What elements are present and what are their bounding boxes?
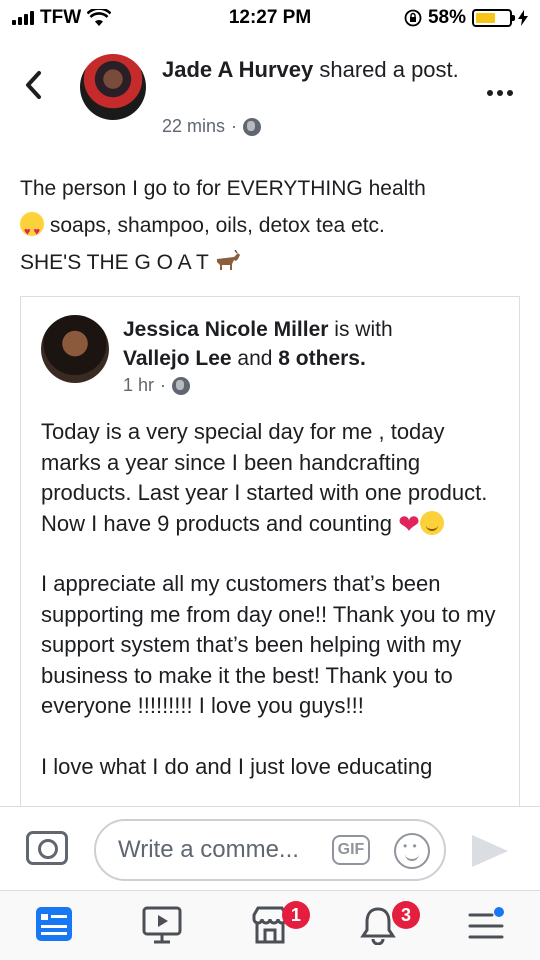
tab-marketplace[interactable]: 1 bbox=[216, 891, 324, 960]
battery-icon bbox=[472, 9, 515, 27]
post-header: Jade A Hurvey shared a post. 22 mins · bbox=[0, 44, 540, 140]
camera-icon[interactable] bbox=[26, 831, 68, 865]
gif-button[interactable]: GIF bbox=[332, 835, 370, 865]
shared-post-card[interactable]: Jessica Nicole Miller is with Vallejo Le… bbox=[20, 296, 520, 816]
shared-author-line: Jessica Nicole Miller is with Vallejo Le… bbox=[123, 315, 503, 373]
globe-icon bbox=[243, 117, 262, 136]
bottom-tab-bar: 1 3 bbox=[0, 890, 540, 960]
comment-input[interactable]: Write a comme... GIF bbox=[94, 819, 446, 881]
shared-post-timestamp[interactable]: 1 hr bbox=[123, 375, 154, 396]
shared-author-name-link[interactable]: Jessica Nicole Miller bbox=[123, 318, 328, 341]
tagged-friend-link[interactable]: Vallejo Lee bbox=[123, 347, 232, 370]
post-text: The person I go to for EVERYTHING health… bbox=[20, 170, 520, 281]
shared-paragraph: I love what I do and I just love educati… bbox=[41, 753, 433, 779]
shared-post-meta: 1 hr · bbox=[123, 375, 191, 396]
author-name-link[interactable]: Jade A Hurvey bbox=[162, 57, 313, 82]
comment-bar: Write a comme... GIF bbox=[0, 806, 540, 890]
tagged-others-link[interactable]: 8 others. bbox=[278, 347, 366, 370]
red-heart-emoji-icon: ❤ bbox=[398, 508, 420, 539]
back-button[interactable] bbox=[24, 70, 42, 109]
more-options-button[interactable] bbox=[486, 72, 514, 104]
post-timestamp[interactable]: 22 mins bbox=[162, 116, 225, 137]
emoji-picker-icon[interactable] bbox=[394, 833, 430, 869]
orientation-lock-icon bbox=[404, 9, 422, 27]
goat-emoji-icon bbox=[217, 250, 241, 270]
watch-video-icon bbox=[142, 906, 182, 944]
and-text: and bbox=[237, 347, 273, 370]
comment-placeholder: Write a comme... bbox=[118, 836, 299, 863]
is-with-text: is with bbox=[334, 318, 393, 341]
send-icon[interactable] bbox=[472, 835, 508, 867]
shared-paragraph: Today is a very special day for me , tod… bbox=[41, 419, 488, 539]
post-text-line: soaps, shampoo, oils, detox tea etc. bbox=[20, 207, 520, 251]
post-author-line: Jade A Hurvey shared a post. bbox=[162, 56, 462, 84]
author-avatar[interactable] bbox=[80, 54, 146, 120]
shared-paragraph: I appreciate all my customers that’s bee… bbox=[41, 571, 496, 718]
tab-menu[interactable] bbox=[432, 891, 540, 960]
ellipsis-icon bbox=[487, 90, 513, 96]
battery-percent: 58% bbox=[427, 7, 466, 28]
tab-notifications[interactable]: 3 bbox=[324, 891, 432, 960]
news-feed-icon bbox=[36, 907, 72, 941]
smiling-face-emoji-icon bbox=[419, 510, 444, 535]
menu-icon bbox=[468, 907, 504, 939]
tab-news-feed[interactable] bbox=[0, 891, 108, 960]
post-meta: 22 mins · bbox=[162, 116, 262, 137]
bell-icon bbox=[360, 907, 396, 945]
shared-author-avatar[interactable] bbox=[41, 315, 109, 383]
meta-separator: · bbox=[160, 375, 167, 395]
globe-icon bbox=[172, 376, 191, 395]
post-text-line: The person I go to for EVERYTHING health bbox=[20, 177, 426, 200]
heart-eyes-emoji-icon bbox=[20, 212, 44, 251]
meta-separator: · bbox=[231, 116, 238, 136]
marketplace-badge: 1 bbox=[281, 901, 310, 929]
post-text-line: SHE'S THE G O A T bbox=[20, 244, 520, 281]
notifications-badge: 3 bbox=[392, 901, 421, 929]
status-bar: TFW 12:27 PM 58% bbox=[0, 0, 540, 36]
chevron-left-icon bbox=[26, 71, 41, 99]
charging-icon bbox=[518, 10, 528, 26]
tab-watch[interactable] bbox=[108, 891, 216, 960]
shared-action-text: shared a post. bbox=[319, 57, 459, 82]
shared-post-body: Today is a very special day for me , tod… bbox=[41, 417, 506, 812]
